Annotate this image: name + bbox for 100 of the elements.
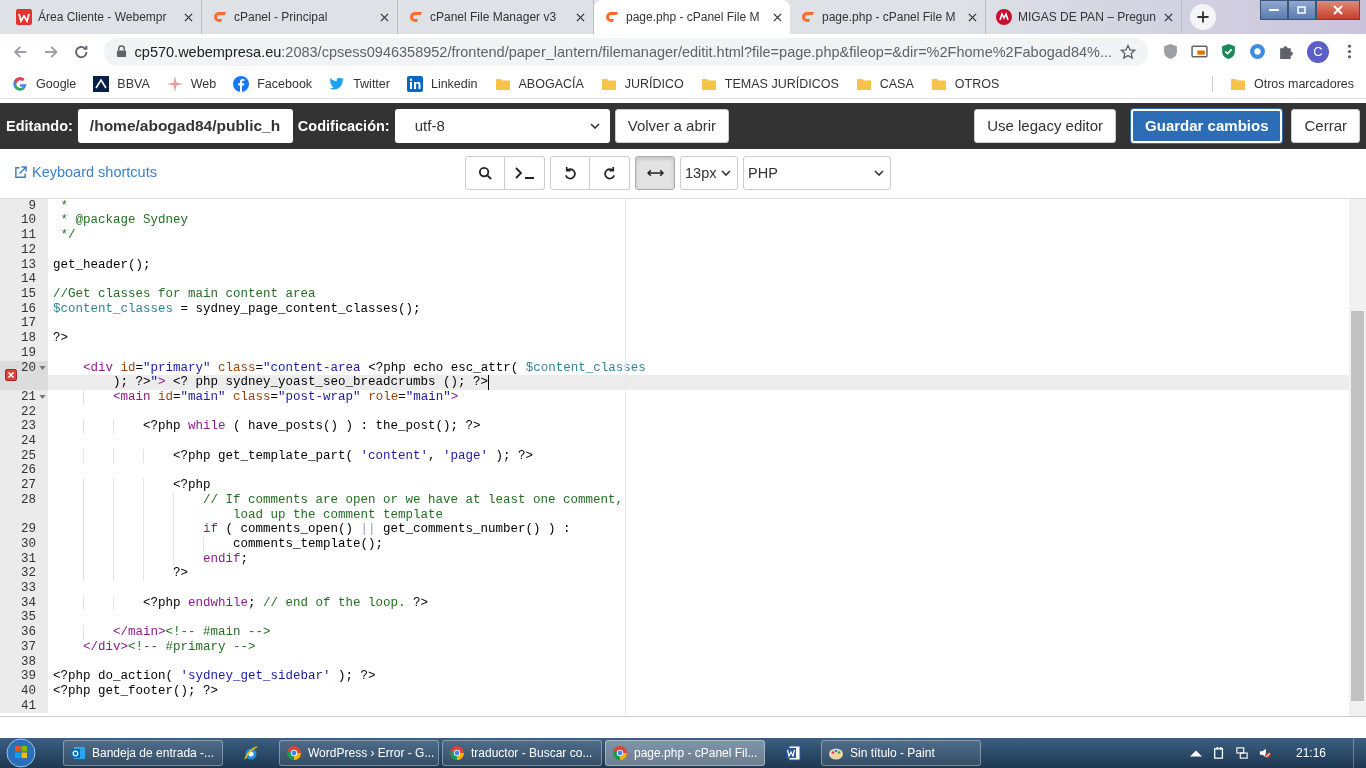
line-number: 24: [21, 434, 36, 449]
logo-icon: [16, 9, 32, 25]
line-number: 16: [21, 301, 36, 317]
logo-icon: [406, 75, 423, 92]
bookmark[interactable]: Otros marcadores: [1229, 75, 1354, 92]
code-line: </main><!-- #main -->: [112, 625, 271, 640]
line-number: 19: [21, 345, 36, 361]
word-wrap-button[interactable]: [635, 156, 675, 191]
reopen-button[interactable]: Volver a abrir: [614, 108, 730, 143]
lock-icon[interactable]: [115, 45, 127, 59]
line-number: 35: [21, 610, 36, 626]
bookmark[interactable]: TEMAS JURÍDICOS: [700, 75, 839, 92]
profile-avatar[interactable]: C: [1307, 40, 1329, 63]
bookmark-star-icon[interactable]: [1120, 43, 1136, 60]
code-line: $content_classes = sydney_page_content_classes();: [53, 301, 421, 317]
bookmark[interactable]: Google: [12, 75, 77, 92]
document-app-icon: [785, 745, 801, 761]
minimize-icon: [1269, 9, 1279, 11]
code-line: <?php: [172, 478, 211, 493]
browser-icon: [449, 745, 465, 761]
redo-button[interactable]: [590, 156, 630, 191]
taskbar-button[interactable]: Sin título - Paint: [821, 740, 981, 766]
save-button[interactable]: Guardar cambios: [1131, 108, 1283, 143]
browser-tab[interactable]: MIGAS DE PAN – Pregun: [986, 0, 1182, 34]
close-icon[interactable]: [380, 12, 389, 22]
address-field[interactable]: cp570.webempresa.eu:2083/cpsess0946358952/frontend/paper_lantern/filemanager/editit.html?file=page.php&fileop=&dir=%2Fhome%2Fabogad84%...: [103, 37, 1148, 66]
browser-icon: [286, 745, 302, 761]
code-line: */: [59, 228, 76, 243]
cast-icon[interactable]: [1191, 43, 1208, 61]
line-number: 13: [21, 257, 36, 273]
code-line: </div><!-- #primary -->: [82, 639, 256, 655]
minimize-button[interactable]: [1260, 0, 1288, 20]
path-field[interactable]: /home/abogad84/public_h: [77, 108, 293, 143]
bookmark[interactable]: CASA: [855, 75, 914, 92]
muted-volume-icon[interactable]: [1258, 747, 1271, 759]
browser-tab[interactable]: page.php - cPanel File M: [790, 0, 986, 34]
mode-select[interactable]: PHP: [743, 156, 891, 191]
search-button[interactable]: [465, 156, 505, 191]
close-icon[interactable]: [184, 12, 193, 22]
bookmark[interactable]: OTROS: [930, 75, 1000, 92]
code-line: get_header();: [53, 257, 151, 273]
browser-tab[interactable]: page.php - cPanel File M: [594, 0, 790, 34]
close-icon[interactable]: [773, 12, 782, 22]
bookmark[interactable]: Linkedin: [406, 75, 478, 92]
bookmark[interactable]: BBVA: [93, 75, 150, 92]
bookmark[interactable]: ABOGACÍA: [494, 75, 584, 92]
taskbar-button[interactable]: page.php - cPanel Fil...: [605, 740, 765, 766]
code-line: // If comments are open or we have at least one comment,: [202, 492, 624, 508]
fold-icon[interactable]: [38, 365, 46, 370]
line-number: 26: [21, 463, 36, 479]
close-icon: [1333, 5, 1343, 15]
close-icon[interactable]: [576, 12, 585, 22]
legacy-editor-button[interactable]: Use legacy editor: [974, 108, 1117, 143]
taskbar-button[interactable]: WordPress › Error - G...: [279, 740, 439, 766]
shield-icon[interactable]: [1162, 43, 1179, 61]
bird-icon: [329, 75, 346, 92]
browser-icon: [612, 745, 628, 761]
shield-check-icon[interactable]: [1220, 43, 1237, 61]
encoding-label: Codificación:: [297, 117, 390, 134]
start-button[interactable]: [6, 738, 36, 768]
redo-icon: [602, 165, 617, 181]
undo-button[interactable]: [550, 156, 590, 191]
close-button[interactable]: Cerrar: [1291, 108, 1360, 143]
close-icon[interactable]: [1164, 12, 1173, 22]
puzzle-icon[interactable]: [1278, 43, 1295, 61]
keyboard-shortcuts-link[interactable]: Keyboard shortcuts: [14, 164, 157, 181]
font-size-select[interactable]: 13px: [680, 156, 738, 191]
double-arrow-icon: [646, 168, 664, 179]
browser-tab[interactable]: Área Cliente - Webempr: [6, 0, 202, 34]
bookmark[interactable]: Web: [166, 75, 217, 92]
line-number: 40: [21, 683, 36, 699]
browser-tab[interactable]: cPanel - Principal: [202, 0, 398, 34]
maximize-button[interactable]: [1288, 0, 1316, 20]
close-icon[interactable]: [968, 12, 977, 22]
taskbar-button[interactable]: traductor - Buscar co...: [442, 740, 602, 766]
terminal-icon: [514, 166, 535, 181]
line-number: 37: [21, 639, 36, 655]
bookmark[interactable]: Facebook: [233, 75, 313, 92]
bookmark[interactable]: Twitter: [329, 75, 390, 92]
taskbar-button[interactable]: Bandeja de entrada -...: [63, 740, 223, 766]
close-window-button[interactable]: [1316, 0, 1360, 20]
device-icon[interactable]: [1212, 747, 1225, 759]
terminal-button[interactable]: [505, 156, 545, 191]
code-line: ?>: [172, 566, 189, 581]
fold-icon[interactable]: [38, 395, 46, 400]
line-number: 39: [21, 669, 36, 684]
line-number: 22: [21, 404, 36, 420]
scrollbar-thumb[interactable]: [1351, 310, 1364, 701]
new-tab-icon[interactable]: [1190, 4, 1216, 30]
editing-label: Editando:: [6, 117, 73, 134]
encoding-select[interactable]: utf-8: [394, 108, 610, 143]
caret-icon: [721, 170, 731, 177]
code-line: <?php while ( have_posts() ) : the_post(); ?>: [142, 419, 481, 434]
line-number: 21: [21, 389, 36, 405]
bookmark[interactable]: JURÍDICO: [600, 75, 684, 92]
code-line: load up the comment template: [233, 507, 444, 523]
external-link-icon: [14, 165, 27, 179]
code-line: * @package Sydney: [59, 213, 189, 229]
extension-icon[interactable]: [1249, 43, 1266, 61]
network-icon[interactable]: [1235, 747, 1248, 759]
